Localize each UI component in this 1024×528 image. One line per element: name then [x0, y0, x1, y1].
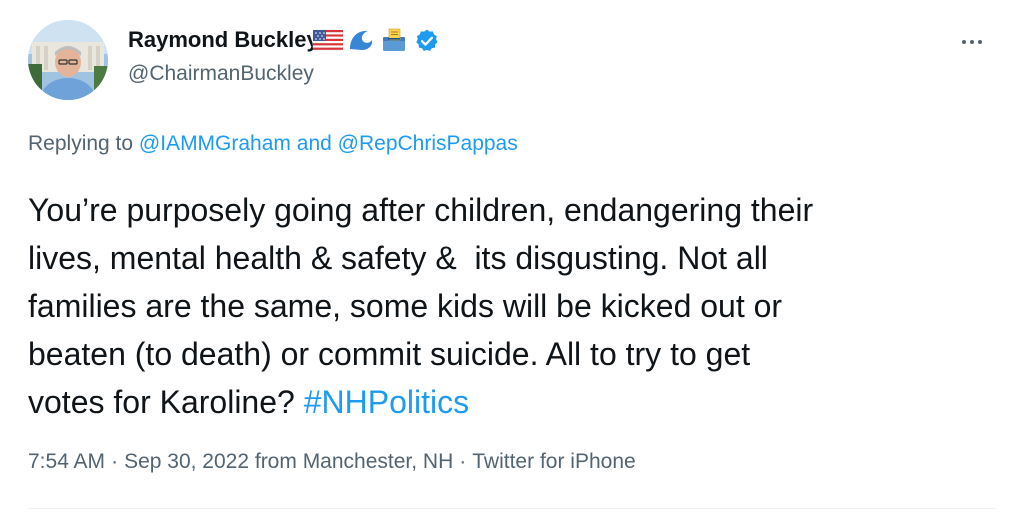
more-options-button[interactable]: [952, 30, 992, 54]
separator: ·: [111, 450, 119, 473]
tweet: Raymond Buckley @ChairmanBuckley Replyin…: [0, 0, 1024, 528]
tweet-text-line: You’re purposely going after children, e…: [28, 192, 814, 228]
avatar-image: [28, 20, 108, 100]
tweet-text-line: votes for Karoline?: [28, 384, 304, 420]
replying-to-line: Replying to @IAMMGraham and @RepChrisPap…: [28, 132, 518, 156]
ballot-box-emoji: [383, 28, 405, 51]
tweet-source[interactable]: Twitter for iPhone: [472, 450, 635, 473]
hashtag-link[interactable]: #NHPolitics: [304, 384, 469, 420]
mention-link-2[interactable]: @RepChrisPappas: [338, 132, 518, 155]
replying-to-label: Replying to: [28, 132, 134, 155]
mention-link-1[interactable]: @IAMMGraham: [139, 132, 291, 155]
tweet-text-last-line: votes for Karoline? #NHPolitics: [28, 378, 1008, 426]
divider: [28, 508, 996, 509]
tweet-date[interactable]: Sep 30, 2022: [124, 450, 249, 473]
more-dot-icon: [962, 40, 966, 44]
tweet-metadata: 7:54 AM · Sep 30, 2022 from Manchester, NH…: [28, 450, 636, 474]
tweet-text-line: lives, mental health & safety & its disg…: [28, 240, 768, 276]
separator: ·: [459, 450, 467, 473]
tweet-location: from Manchester, NH: [254, 450, 454, 473]
tweet-text-line: beaten (to death) or commit suicide. All…: [28, 336, 751, 372]
replying-and: and: [296, 132, 332, 155]
author-handle[interactable]: @ChairmanBuckley: [128, 62, 314, 86]
author-name[interactable]: Raymond Buckley: [128, 27, 319, 53]
tweet-text: You’re purposely going after children, e…: [28, 186, 1008, 426]
us-flag-emoji: [312, 29, 344, 51]
verified-badge-icon: [416, 29, 438, 51]
avatar[interactable]: [28, 20, 108, 100]
tweet-text-line: families are the same, some kids will be…: [28, 288, 783, 324]
tweet-time[interactable]: 7:54 AM: [28, 450, 105, 473]
wave-emoji: [350, 30, 373, 50]
more-dot-icon: [970, 40, 974, 44]
more-dot-icon: [978, 40, 982, 44]
